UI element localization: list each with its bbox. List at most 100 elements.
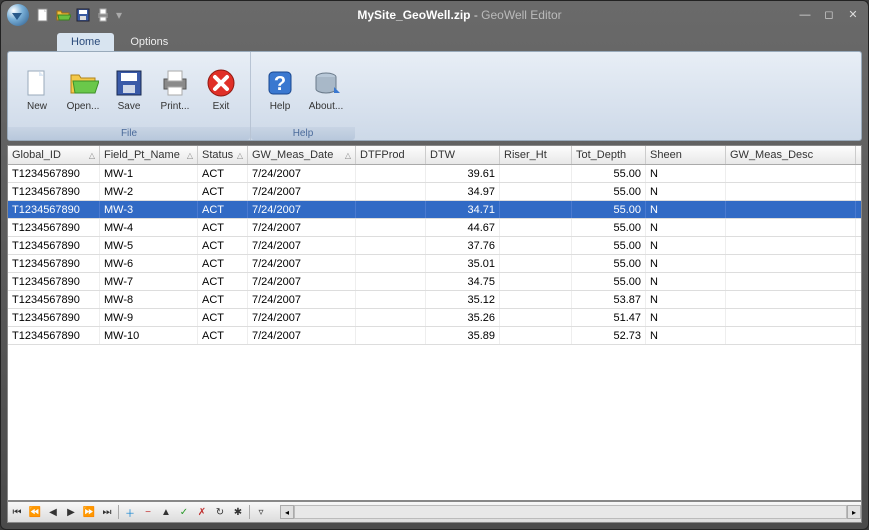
cell-tot_depth[interactable]: 55.00 [572,273,646,290]
cell-sheen[interactable]: N [646,327,726,344]
cell-dtfprod[interactable] [356,237,426,254]
cell-global_id[interactable]: T1234567890 [8,237,100,254]
cell-field_pt_name[interactable]: MW-9 [100,309,198,326]
cell-tot_depth[interactable]: 55.00 [572,165,646,182]
scroll-track[interactable] [294,505,847,519]
cell-gw_meas_date[interactable]: 7/24/2007 [248,201,356,218]
column-header-status[interactable]: Status△ [198,146,248,164]
qat-dropdown-icon[interactable]: ▾ [115,8,123,22]
nav-first-icon[interactable]: ⏮ [9,504,25,520]
cell-gw_meas_desc[interactable] [726,327,856,344]
nav-prev-page-icon[interactable]: ⏪ [27,504,43,520]
table-row[interactable]: T1234567890MW-10ACT7/24/200735.8952.73N [8,327,861,345]
cell-field_pt_name[interactable]: MW-7 [100,273,198,290]
cell-gw_meas_date[interactable]: 7/24/2007 [248,309,356,326]
tab-options[interactable]: Options [116,33,182,51]
nav-post-icon[interactable]: ✓ [176,504,192,520]
cell-gw_meas_date[interactable]: 7/24/2007 [248,291,356,308]
print-button[interactable]: Print... [152,56,198,123]
cell-global_id[interactable]: T1234567890 [8,201,100,218]
column-header-gw_meas_date[interactable]: GW_Meas_Date△ [248,146,356,164]
table-row[interactable]: T1234567890MW-5ACT7/24/200737.7655.00N [8,237,861,255]
cell-status[interactable]: ACT [198,201,248,218]
cell-sheen[interactable]: N [646,291,726,308]
table-row[interactable]: T1234567890MW-7ACT7/24/200734.7555.00N [8,273,861,291]
qat-print-icon[interactable] [95,7,111,23]
cell-dtw[interactable]: 39.61 [426,165,500,182]
nav-bookmark-icon[interactable]: ✱ [230,504,246,520]
column-header-global_id[interactable]: Global_ID△ [8,146,100,164]
cell-riser_ht[interactable] [500,237,572,254]
close-button[interactable]: ✕ [844,8,862,22]
nav-prev-icon[interactable]: ◀ [45,504,61,520]
qat-open-icon[interactable] [55,7,71,23]
table-row[interactable]: T1234567890MW-1ACT7/24/200739.6155.00N [8,165,861,183]
cell-global_id[interactable]: T1234567890 [8,273,100,290]
column-header-tot_depth[interactable]: Tot_Depth [572,146,646,164]
cell-riser_ht[interactable] [500,273,572,290]
cell-riser_ht[interactable] [500,219,572,236]
cell-field_pt_name[interactable]: MW-8 [100,291,198,308]
table-row[interactable]: T1234567890MW-6ACT7/24/200735.0155.00N [8,255,861,273]
cell-gw_meas_desc[interactable] [726,255,856,272]
cell-dtfprod[interactable] [356,327,426,344]
table-row[interactable]: T1234567890MW-9ACT7/24/200735.2651.47N [8,309,861,327]
cell-gw_meas_desc[interactable] [726,183,856,200]
cell-gw_meas_desc[interactable] [726,291,856,308]
cell-riser_ht[interactable] [500,291,572,308]
cell-gw_meas_desc[interactable] [726,273,856,290]
cell-riser_ht[interactable] [500,309,572,326]
cell-sheen[interactable]: N [646,237,726,254]
cell-sheen[interactable]: N [646,165,726,182]
cell-status[interactable]: ACT [198,309,248,326]
cell-global_id[interactable]: T1234567890 [8,255,100,272]
column-header-dtw[interactable]: DTW [426,146,500,164]
cell-tot_depth[interactable]: 55.00 [572,219,646,236]
cell-riser_ht[interactable] [500,165,572,182]
cell-dtw[interactable]: 34.97 [426,183,500,200]
cell-gw_meas_desc[interactable] [726,201,856,218]
cell-dtw[interactable]: 34.75 [426,273,500,290]
cell-gw_meas_date[interactable]: 7/24/2007 [248,255,356,272]
cell-dtfprod[interactable] [356,309,426,326]
nav-filter-icon[interactable]: ▿ [253,504,269,520]
new-button[interactable]: New [14,56,60,123]
column-header-sheen[interactable]: Sheen [646,146,726,164]
cell-gw_meas_desc[interactable] [726,165,856,182]
cell-status[interactable]: ACT [198,183,248,200]
cell-gw_meas_date[interactable]: 7/24/2007 [248,219,356,236]
column-header-field_pt_name[interactable]: Field_Pt_Name△ [100,146,198,164]
table-row[interactable]: T1234567890MW-2ACT7/24/200734.9755.00N [8,183,861,201]
cell-sheen[interactable]: N [646,255,726,272]
cell-gw_meas_desc[interactable] [726,219,856,236]
exit-button[interactable]: Exit [198,56,244,123]
cell-global_id[interactable]: T1234567890 [8,219,100,236]
nav-next-page-icon[interactable]: ⏩ [81,504,97,520]
cell-gw_meas_desc[interactable] [726,309,856,326]
qat-save-icon[interactable] [75,7,91,23]
cell-gw_meas_date[interactable]: 7/24/2007 [248,273,356,290]
cell-dtfprod[interactable] [356,273,426,290]
app-orb-button[interactable] [7,4,29,26]
cell-gw_meas_date[interactable]: 7/24/2007 [248,237,356,254]
cell-dtfprod[interactable] [356,201,426,218]
cell-field_pt_name[interactable]: MW-1 [100,165,198,182]
cell-dtw[interactable]: 35.26 [426,309,500,326]
cell-dtw[interactable]: 35.12 [426,291,500,308]
cell-sheen[interactable]: N [646,219,726,236]
cell-tot_depth[interactable]: 55.00 [572,201,646,218]
cell-global_id[interactable]: T1234567890 [8,309,100,326]
cell-field_pt_name[interactable]: MW-4 [100,219,198,236]
cell-dtw[interactable]: 35.89 [426,327,500,344]
cell-dtfprod[interactable] [356,183,426,200]
cell-status[interactable]: ACT [198,327,248,344]
cell-sheen[interactable]: N [646,183,726,200]
maximize-button[interactable]: ◻ [820,8,838,22]
cell-tot_depth[interactable]: 51.47 [572,309,646,326]
cell-gw_meas_desc[interactable] [726,237,856,254]
cell-status[interactable]: ACT [198,219,248,236]
cell-global_id[interactable]: T1234567890 [8,291,100,308]
cell-dtfprod[interactable] [356,219,426,236]
cell-field_pt_name[interactable]: MW-3 [100,201,198,218]
cell-status[interactable]: ACT [198,291,248,308]
